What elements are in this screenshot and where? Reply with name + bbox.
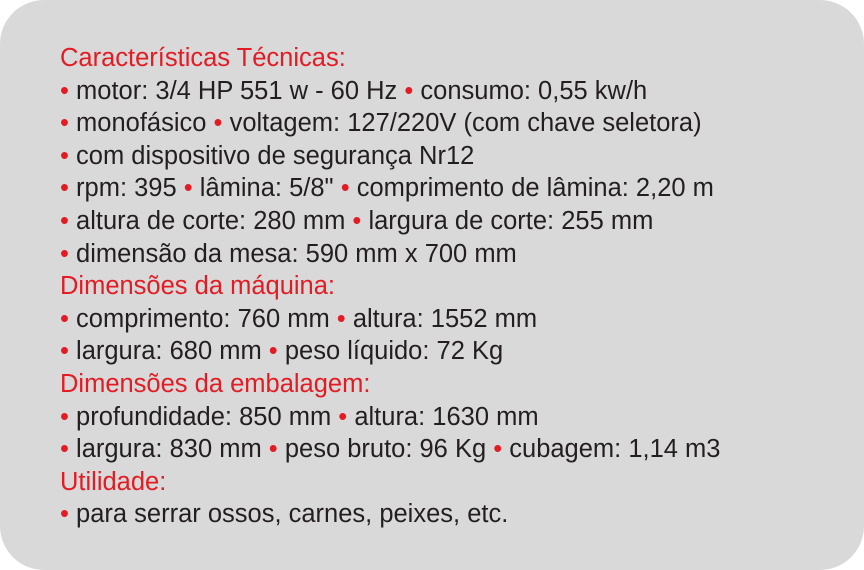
bullet-icon: • <box>60 76 69 105</box>
spec-line: • monofásico • voltagem: 127/220V (com c… <box>60 107 720 140</box>
section-heading: Utilidade: <box>60 467 167 496</box>
bullet-icon: • <box>60 239 69 268</box>
spec-line: • profundidade: 850 mm • altura: 1630 mm <box>60 401 720 434</box>
spec-line: • dimensão da mesa: 590 mm x 700 mm <box>60 238 720 271</box>
spec-item: largura de corte: 255 mm <box>368 206 654 235</box>
bullet-icon: • <box>60 304 69 333</box>
section-heading: Características Técnicas: <box>60 44 346 72</box>
spec-item: largura: 830 mm <box>76 435 262 464</box>
spec-line: • largura: 830 mm • peso bruto: 96 Kg • … <box>60 433 720 466</box>
bullet-icon: • <box>213 109 223 138</box>
spec-item: comprimento de lâmina: 2,20 m <box>356 174 714 203</box>
spec-item: profundidade: 850 mm <box>76 402 332 431</box>
bullet-icon: • <box>60 337 69 366</box>
spec-line: • rpm: 395 • lâmina: 5/8" • comprimento … <box>60 172 720 205</box>
spec-item: consumo: 0,55 kw/h <box>420 76 648 105</box>
bullet-icon: • <box>60 109 69 138</box>
bullet-icon: • <box>60 500 69 529</box>
section-heading: Dimensões da embalagem: <box>60 369 371 398</box>
bullet-icon: • <box>60 141 69 170</box>
spec-line: • para serrar ossos, carnes, peixes, etc… <box>60 498 720 531</box>
bullet-icon: • <box>268 337 278 366</box>
bullet-icon: • <box>352 206 362 235</box>
spec-card: Características Técnicas: • motor: 3/4 HP… <box>0 0 864 570</box>
spec-item: altura: 1630 mm <box>354 402 539 431</box>
spec-item: altura: 1552 mm <box>352 304 538 333</box>
bullet-icon: • <box>60 402 69 431</box>
spec-item: com dispositivo de segurança Nr12 <box>76 141 475 170</box>
spec-item: peso bruto: 96 Kg <box>284 435 487 464</box>
bullet-icon: • <box>404 76 414 105</box>
bullet-icon: • <box>183 174 193 203</box>
spec-item: largura: 680 mm <box>76 337 262 366</box>
bullet-icon: • <box>493 435 503 464</box>
spec-content: Características Técnicas: • motor: 3/4 HP… <box>60 42 720 531</box>
bullet-icon: • <box>60 206 69 235</box>
spec-item: dimensão da mesa: 590 mm x 700 mm <box>76 239 517 268</box>
spec-line: • com dispositivo de segurança Nr12 <box>60 140 720 173</box>
spec-item: para serrar ossos, carnes, peixes, etc. <box>76 500 509 529</box>
bullet-icon: • <box>268 435 278 464</box>
bullet-icon: • <box>336 304 346 333</box>
bullet-icon: • <box>338 402 348 431</box>
spec-item: lâmina: 5/8" <box>199 174 334 203</box>
spec-item: altura de corte: 280 mm <box>76 206 346 235</box>
spec-item: monofásico <box>76 109 207 138</box>
spec-line: • largura: 680 mm • peso líquido: 72 Kg <box>60 335 720 368</box>
spec-line: • comprimento: 760 mm • altura: 1552 mm <box>60 303 720 336</box>
spec-item: voltagem: 127/220V (com chave seletora) <box>229 109 702 138</box>
spec-item: rpm: 395 <box>76 174 177 203</box>
bullet-icon: • <box>340 174 350 203</box>
spec-line: • altura de corte: 280 mm • largura de c… <box>60 205 720 238</box>
spec-item: peso líquido: 72 Kg <box>284 337 504 366</box>
spec-item: comprimento: 760 mm <box>76 304 330 333</box>
bullet-icon: • <box>60 174 69 203</box>
spec-item: cubagem: 1,14 m3 <box>509 435 721 464</box>
spec-line: • motor: 3/4 HP 551 w - 60 Hz • consumo:… <box>60 75 720 108</box>
spec-item: motor: 3/4 HP 551 w - 60 Hz <box>76 76 398 105</box>
section-heading: Dimensões da máquina: <box>60 272 335 301</box>
bullet-icon: • <box>60 435 69 464</box>
